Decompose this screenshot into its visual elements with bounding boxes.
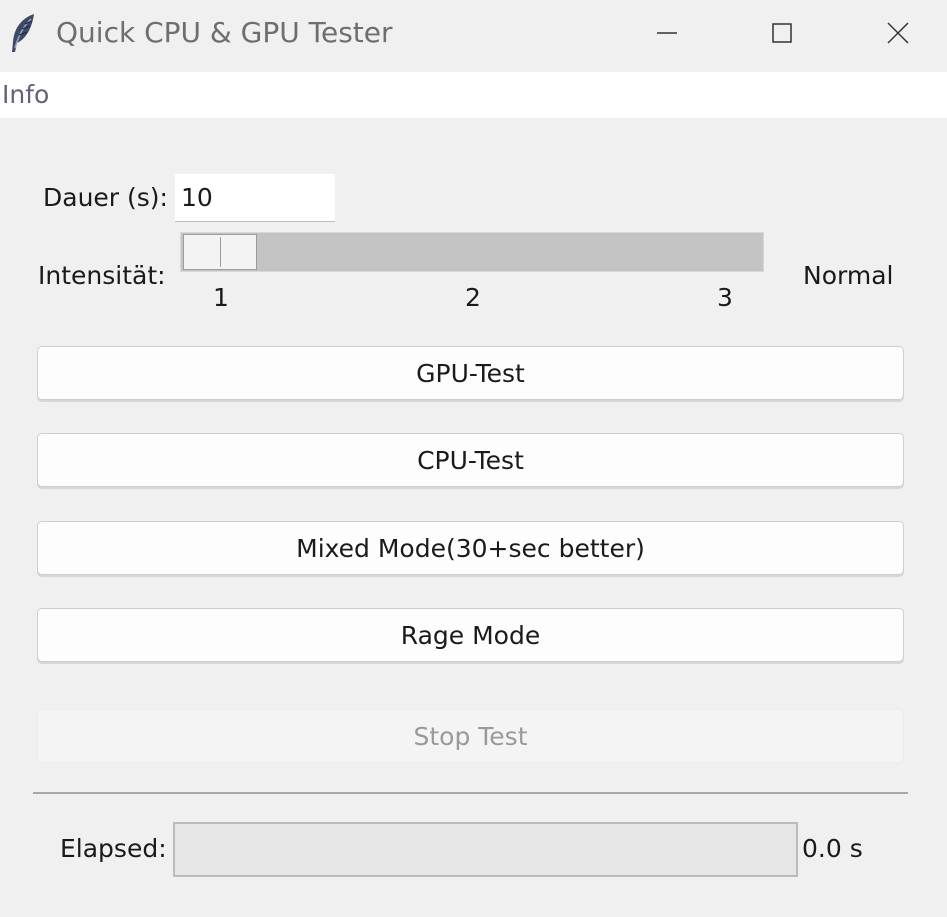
- cpu-test-button[interactable]: CPU-Test: [37, 433, 904, 487]
- close-icon: [886, 21, 910, 45]
- close-button[interactable]: [848, 0, 947, 66]
- slider-grip: [220, 237, 221, 267]
- elapsed-progress-bar: [173, 822, 798, 877]
- intensity-tick-1: 1: [213, 283, 229, 312]
- menu-bar: Info: [0, 72, 947, 118]
- gpu-test-button[interactable]: GPU-Test: [37, 346, 904, 400]
- intensity-tick-3: 3: [717, 283, 733, 312]
- intensity-slider-track[interactable]: [180, 232, 764, 272]
- elapsed-label: Elapsed:: [60, 834, 167, 863]
- stop-test-button: Stop Test: [37, 709, 904, 763]
- minimize-icon: [655, 21, 679, 45]
- maximize-icon: [770, 21, 794, 45]
- feather-icon: [8, 12, 38, 54]
- duration-label: Dauer (s):: [43, 183, 168, 212]
- title-bar[interactable]: Quick CPU & GPU Tester: [0, 0, 947, 70]
- intensity-tick-2: 2: [465, 283, 481, 312]
- app-window: Quick CPU & GPU Tester Info Dauer (s): I…: [0, 0, 947, 917]
- minimize-button[interactable]: [617, 0, 717, 66]
- intensity-value-label: Normal: [803, 261, 894, 290]
- intensity-label: Intensität:: [38, 261, 166, 290]
- elapsed-value: 0.0 s: [802, 834, 863, 863]
- rage-mode-button[interactable]: Rage Mode: [37, 608, 904, 662]
- intensity-slider-handle[interactable]: [183, 234, 257, 270]
- menu-item-info[interactable]: Info: [0, 80, 51, 109]
- window-title: Quick CPU & GPU Tester: [56, 16, 393, 49]
- duration-input[interactable]: [175, 174, 335, 222]
- maximize-button[interactable]: [732, 0, 832, 66]
- mixed-mode-button[interactable]: Mixed Mode(30+sec better): [37, 521, 904, 575]
- separator: [33, 792, 908, 794]
